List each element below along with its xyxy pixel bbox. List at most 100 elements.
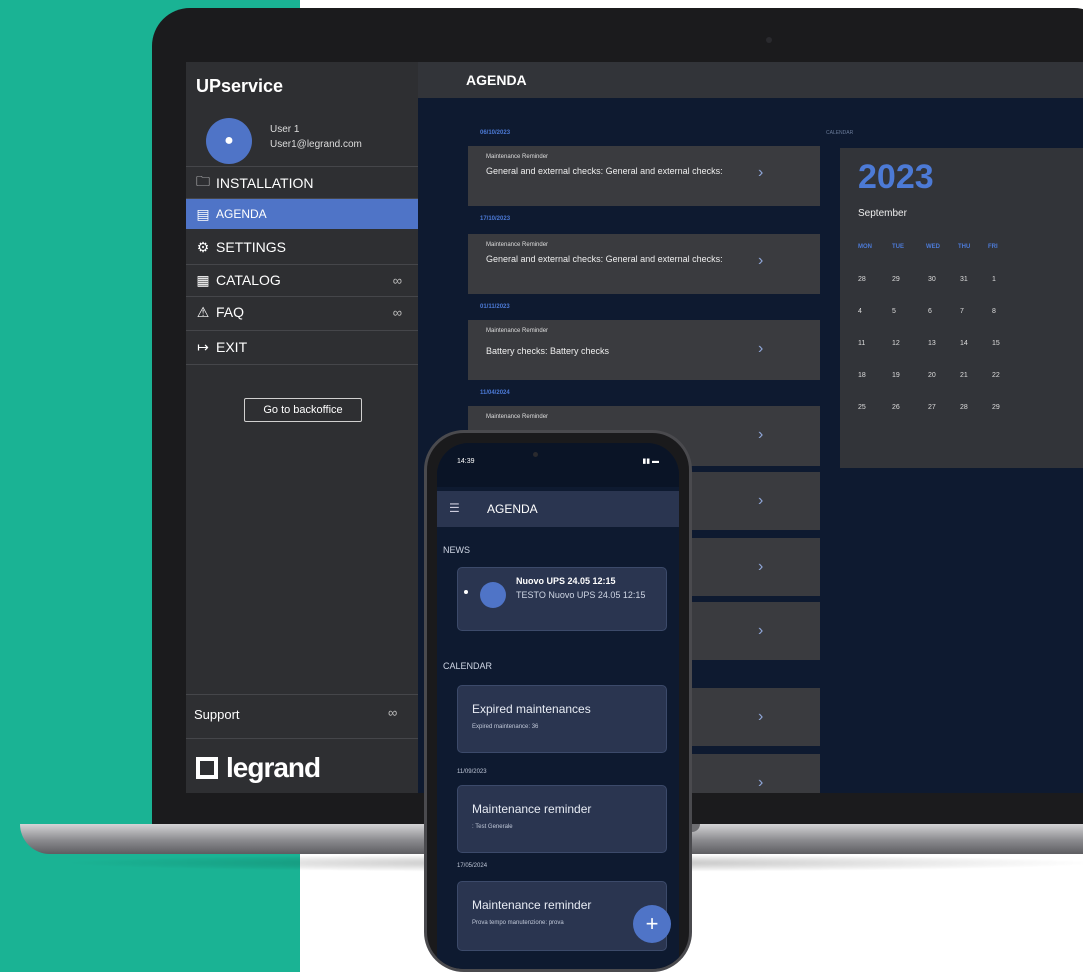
reminder-date: 17/05/2024 — [457, 863, 488, 869]
agenda-item[interactable]: Maintenance Reminder Battery checks: Bat… — [468, 320, 820, 380]
unread-dot — [464, 590, 468, 594]
calendar-day[interactable]: 26 — [892, 404, 900, 411]
chevron-right-icon: › — [758, 340, 764, 357]
calendar-weekday: TUE — [892, 244, 904, 250]
chevron-right-icon: › — [758, 492, 764, 509]
page-title: AGENDA — [466, 72, 527, 88]
add-button[interactable]: + — [633, 905, 671, 943]
calendar-day[interactable]: 4 — [858, 308, 862, 315]
calendar-month: September — [858, 208, 907, 219]
sidebar-item-label: EXIT — [216, 339, 248, 355]
agenda-item-text: Battery checks: Battery checks — [486, 346, 610, 356]
logo-text: legrand — [226, 752, 321, 783]
news-section-label: NEWS — [443, 545, 470, 555]
agenda-item-kind: Maintenance Reminder — [486, 154, 549, 160]
calendar-day[interactable]: 30 — [928, 276, 936, 283]
agenda-date: 11/04/2024 — [480, 390, 510, 396]
sidebar-divider — [186, 738, 418, 739]
calendar-day[interactable]: 20 — [928, 372, 936, 379]
calendar-day[interactable]: 21 — [960, 372, 968, 379]
chevron-right-icon: › — [758, 708, 764, 725]
go-to-backoffice-button[interactable]: Go to backoffice — [244, 398, 362, 422]
sidebar: UPservice ● User 1 User1@legrand.com 🗀 I… — [186, 62, 418, 793]
expired-maintenances-card[interactable]: Expired maintenances Expired maintenance… — [457, 685, 667, 753]
sidebar-item-agenda[interactable]: ▤ AGENDA — [186, 199, 418, 229]
calendar-day[interactable]: 19 — [892, 372, 900, 379]
calendar-day[interactable]: 18 — [858, 372, 866, 379]
calendar-day[interactable]: 1 — [992, 276, 996, 283]
sidebar-item-label: CATALOG — [216, 272, 281, 288]
page-header: AGENDA — [418, 62, 1083, 98]
phone-page-title: AGENDA — [487, 502, 538, 516]
battery-signal-icon: ▮▮ ▬ — [642, 458, 659, 465]
warning-icon: ⚠ — [196, 303, 210, 320]
calendar-day[interactable]: 29 — [892, 276, 900, 283]
user-name: User 1 — [270, 124, 300, 135]
chevron-right-icon: › — [758, 622, 764, 639]
calendar-day[interactable]: 6 — [928, 308, 932, 315]
exit-icon: ↦ — [197, 338, 209, 355]
calendar-day[interactable]: 31 — [960, 276, 968, 283]
calendar-day[interactable]: 14 — [960, 340, 968, 347]
calendar-weekday: THU — [958, 244, 971, 250]
calendar-day[interactable]: 11 — [858, 340, 865, 347]
news-title: Nuovo UPS 24.05 12:15 — [516, 576, 616, 586]
user-avatar[interactable]: ● — [206, 118, 252, 164]
card-title: Maintenance reminder — [472, 802, 592, 816]
calendar-section-label: CALENDAR — [443, 661, 493, 671]
calendar-day[interactable]: 13 — [928, 340, 936, 347]
legrand-logo: legrand — [196, 752, 321, 784]
chevron-right-icon: › — [758, 252, 764, 269]
agenda-item-text: General and external checks: General and… — [486, 254, 723, 264]
maintenance-reminder-card[interactable]: Maintenance reminder : Test Generale — [457, 785, 667, 853]
agenda-date: 06/10/2023 — [480, 130, 511, 136]
calendar-day[interactable]: 7 — [960, 308, 964, 315]
agenda-item-kind: Maintenance Reminder — [486, 242, 549, 248]
calendar-day[interactable]: 22 — [992, 372, 1000, 379]
calendar-day[interactable]: 25 — [858, 404, 866, 411]
news-card[interactable]: Nuovo UPS 24.05 12:15 TESTO Nuovo UPS 24… — [457, 567, 667, 631]
agenda-item[interactable]: Maintenance Reminder General and externa… — [468, 146, 820, 206]
sidebar-item-label: INSTALLATION — [216, 175, 314, 191]
card-subtitle: Prova tempo manutenzione: prova — [472, 920, 564, 926]
hamburger-menu-icon[interactable]: ☰ — [449, 501, 460, 515]
status-time: 14:39 — [457, 458, 475, 465]
card-subtitle: : Test Generale — [472, 824, 513, 830]
gear-icon: ⚙ — [196, 238, 210, 255]
calendar-day[interactable]: 5 — [892, 308, 896, 315]
calendar-weekday: MON — [858, 244, 872, 250]
calendar-icon: ▤ — [196, 205, 210, 222]
agenda-item-kind: Maintenance Reminder — [486, 328, 549, 334]
calendar-day[interactable]: 8 — [992, 308, 996, 315]
sidebar-item-label: SETTINGS — [216, 239, 287, 255]
calendar-day[interactable]: 15 — [992, 340, 1000, 347]
calendar-day[interactable]: 28 — [858, 276, 866, 283]
sidebar-item-exit[interactable]: ↦ EXIT — [186, 332, 418, 362]
card-title: Maintenance reminder — [472, 898, 592, 912]
catalog-icon: ▦ — [196, 271, 210, 288]
calendar-day[interactable]: 12 — [892, 340, 900, 347]
sidebar-item-settings[interactable]: ⚙ SETTINGS — [186, 232, 418, 262]
app-title: UPservice — [196, 76, 284, 96]
calendar-day[interactable]: 29 — [992, 404, 1000, 411]
card-subtitle: Expired maintenance: 36 — [472, 724, 539, 730]
chevron-right-icon: › — [758, 164, 764, 181]
calendar-weekday: FRI — [988, 244, 998, 250]
folder-icon: 🗀 — [196, 173, 210, 189]
support-link[interactable]: Support — [194, 707, 240, 722]
sidebar-item-installation[interactable]: 🗀 INSTALLATION — [186, 168, 418, 198]
agenda-date: 17/10/2023 — [480, 216, 511, 222]
sidebar-item-label: FAQ — [216, 304, 245, 320]
calendar-section-label: CALENDAR — [826, 130, 854, 136]
sidebar-item-faq[interactable]: ⚠ FAQ ∞ — [186, 297, 418, 327]
sidebar-item-catalog[interactable]: ▦ CATALOG ∞ — [186, 265, 418, 295]
laptop-camera — [766, 37, 772, 43]
calendar-day[interactable]: 28 — [960, 404, 968, 411]
calendar-day[interactable]: 27 — [928, 404, 936, 411]
sidebar-divider — [186, 364, 418, 365]
chevron-right-icon: › — [758, 558, 764, 575]
calendar-year: 2023 — [858, 158, 934, 196]
agenda-item-kind: Maintenance Reminder — [486, 414, 549, 420]
reminder-date: 11/09/2023 — [457, 769, 487, 775]
agenda-item[interactable]: Maintenance Reminder General and externa… — [468, 234, 820, 294]
